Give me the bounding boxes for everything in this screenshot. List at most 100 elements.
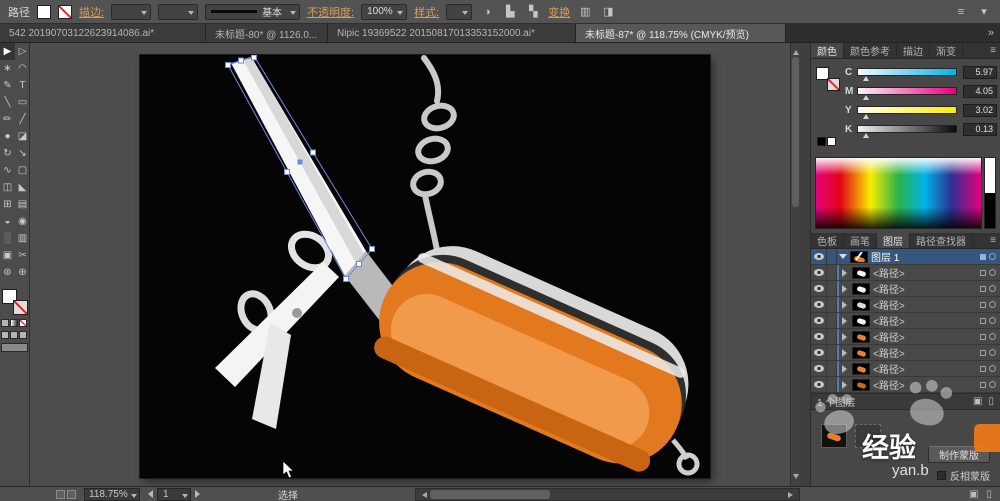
- artboard-nav-combo[interactable]: 1: [157, 487, 191, 501]
- expand-toggle[interactable]: [839, 284, 851, 293]
- path-thumbnail[interactable]: [852, 362, 870, 375]
- path-thumbnail[interactable]: [852, 314, 870, 327]
- style-combo[interactable]: [446, 3, 473, 20]
- visibility-toggle[interactable]: [811, 265, 827, 280]
- expand-toggle[interactable]: [837, 251, 849, 263]
- stroke-link[interactable]: 描边:: [79, 4, 104, 20]
- object-thumbnail[interactable]: [821, 424, 847, 448]
- transform-link[interactable]: 变换: [548, 4, 570, 20]
- make-mask-button[interactable]: 制作蒙版: [928, 446, 990, 463]
- spectrum-black-swatch[interactable]: [985, 193, 995, 228]
- lock-toggle[interactable]: [827, 313, 837, 328]
- page-tile-icon[interactable]: [56, 489, 65, 499]
- next-artboard-icon[interactable]: [195, 490, 204, 498]
- none-mode-button[interactable]: [19, 319, 27, 327]
- align-objects-icon[interactable]: ▙: [502, 5, 518, 18]
- distribute-objects-icon[interactable]: ▚: [525, 5, 541, 18]
- panel-new-icon[interactable]: ▣: [969, 489, 978, 500]
- visibility-toggle[interactable]: [811, 329, 827, 344]
- tab-gradient[interactable]: 渐变: [930, 43, 963, 58]
- target-circle[interactable]: [989, 285, 996, 292]
- spectrum-white-swatch[interactable]: [985, 158, 995, 193]
- symbol-sprayer-tool[interactable]: ░: [0, 230, 15, 247]
- scale-tool[interactable]: ↘: [15, 145, 30, 162]
- column-graph-tool[interactable]: ▥: [15, 230, 30, 247]
- layer-header-row[interactable]: 图层 1: [811, 249, 1000, 265]
- tab-swatches[interactable]: 色板: [811, 233, 844, 248]
- panel-delete-icon[interactable]: ▯: [986, 489, 992, 500]
- expand-toggle[interactable]: [839, 268, 851, 277]
- path-name[interactable]: <路径>: [873, 329, 980, 344]
- layer-sub-row[interactable]: <路径>: [811, 361, 1000, 377]
- stroke-color-box[interactable]: [13, 300, 28, 315]
- type-tool[interactable]: T: [15, 77, 30, 94]
- style-link[interactable]: 样式:: [414, 4, 439, 20]
- magenta-slider-marker[interactable]: [862, 92, 869, 100]
- tab-overflow-icon[interactable]: »: [982, 24, 1000, 42]
- draw-inside-button[interactable]: [19, 331, 27, 339]
- document-tab-3[interactable]: Nipic 19369522 20150817013353152000.ai*: [328, 24, 576, 42]
- zoom-level-combo[interactable]: 118.75%: [84, 487, 140, 501]
- page-tile-icon[interactable]: [67, 489, 76, 499]
- vertical-scrollbar[interactable]: [790, 43, 800, 486]
- lock-toggle[interactable]: [827, 361, 837, 376]
- visibility-toggle[interactable]: [811, 313, 827, 328]
- path-thumbnail[interactable]: [852, 282, 870, 295]
- screen-mode-button[interactable]: [1, 343, 28, 352]
- black-swatch[interactable]: [817, 137, 826, 146]
- tab-stroke[interactable]: 描边: [897, 43, 930, 58]
- scroll-up-icon[interactable]: [793, 47, 799, 55]
- horizontal-scroll-thumb[interactable]: [430, 490, 550, 499]
- path-name[interactable]: <路径>: [873, 361, 980, 376]
- lock-toggle[interactable]: [827, 297, 837, 312]
- lock-toggle[interactable]: [827, 249, 837, 264]
- path-thumbnail[interactable]: [852, 330, 870, 343]
- scroll-left-icon[interactable]: [419, 492, 427, 498]
- target-circle[interactable]: [989, 381, 996, 388]
- gradient-tool[interactable]: ▤: [15, 196, 30, 213]
- target-circle[interactable]: [989, 269, 996, 276]
- stroke-weight-combo[interactable]: [111, 3, 152, 20]
- visibility-toggle[interactable]: [811, 281, 827, 296]
- hand-tool[interactable]: ⊛: [0, 264, 15, 281]
- layer-sub-row[interactable]: <路径>: [811, 313, 1000, 329]
- layer-thumbnail[interactable]: [850, 250, 868, 263]
- scroll-right-icon[interactable]: [788, 492, 796, 498]
- path-name[interactable]: <路径>: [873, 313, 980, 328]
- artboard-tool[interactable]: ▣: [0, 247, 15, 264]
- cyan-value-field[interactable]: 5.97: [963, 65, 997, 79]
- horizontal-scrollbar[interactable]: [415, 488, 800, 501]
- free-transform-tool[interactable]: ▢: [15, 162, 30, 179]
- prev-artboard-icon[interactable]: [144, 490, 153, 498]
- pen-tool[interactable]: ✎: [0, 77, 15, 94]
- cyan-slider[interactable]: [857, 68, 957, 81]
- target-circle[interactable]: [989, 333, 996, 340]
- pencil-tool[interactable]: ╱: [15, 111, 30, 128]
- gradient-mode-button[interactable]: [10, 319, 18, 327]
- visibility-toggle[interactable]: [811, 361, 827, 376]
- target-circle[interactable]: [989, 317, 996, 324]
- width-tool[interactable]: ∿: [0, 162, 15, 179]
- vertical-scroll-thumb[interactable]: [792, 57, 799, 207]
- mask-thumbnail[interactable]: [855, 424, 881, 448]
- selection-tool[interactable]: ▶: [0, 43, 15, 60]
- shape-mode-icon[interactable]: ◨: [600, 5, 616, 18]
- white-swatch[interactable]: [827, 137, 836, 146]
- transform-panel-icon[interactable]: ▥: [577, 5, 593, 18]
- visibility-toggle[interactable]: [811, 249, 827, 264]
- path-thumbnail[interactable]: [852, 378, 870, 391]
- lock-toggle[interactable]: [827, 265, 837, 280]
- eraser-tool[interactable]: ◪: [15, 128, 30, 145]
- lock-toggle[interactable]: [827, 377, 837, 392]
- artboard[interactable]: [140, 54, 710, 479]
- invert-mask-checkbox[interactable]: [937, 471, 946, 480]
- blob-brush-tool[interactable]: ●: [0, 128, 15, 145]
- lock-toggle[interactable]: [827, 345, 837, 360]
- draw-behind-button[interactable]: [10, 331, 18, 339]
- layer-sub-row[interactable]: <路径>: [811, 297, 1000, 313]
- paintbrush-tool[interactable]: ✏: [0, 111, 15, 128]
- scroll-down-icon[interactable]: [793, 474, 799, 482]
- target-circle[interactable]: [989, 349, 996, 356]
- layer-name[interactable]: 图层 1: [871, 249, 980, 264]
- shape-builder-tool[interactable]: ◫: [0, 179, 15, 196]
